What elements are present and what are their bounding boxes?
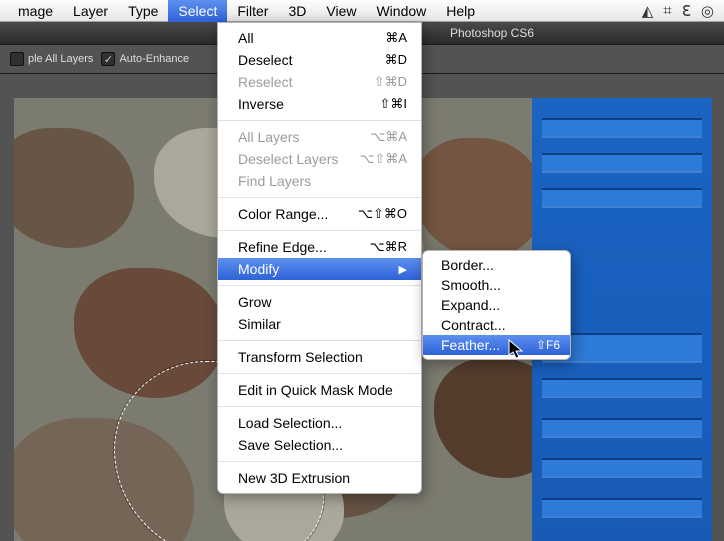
menu-item-label: Deselect Layers [238,151,338,167]
gdrive-icon[interactable]: ◭ [642,2,654,20]
menu-item-deselect-layers: Deselect Layers ⌥⇧⌘A [218,148,421,170]
submenu-item-smooth[interactable]: Smooth... [423,275,570,295]
menu-separator [218,230,421,231]
menu-select[interactable]: Select [168,0,227,22]
menu-item-label: Find Layers [238,173,311,189]
system-menubar: mage Layer Type Select Filter 3D View Wi… [0,0,724,22]
submenu-item-label: Expand... [441,297,500,313]
menu-item-label: Similar [238,316,281,332]
sample-all-layers-checkbox[interactable]: ple All Layers [10,52,93,66]
menu-item-label: All Layers [238,129,299,145]
dropbox-icon[interactable]: ⌗ [663,2,671,20]
checkbox-label: ple All Layers [28,53,93,65]
submenu-item-feather[interactable]: Feather... ⇧F6 [423,335,570,355]
menu-separator [218,461,421,462]
menu-item-refine-edge[interactable]: Refine Edge... ⌥⌘R [218,236,421,258]
menu-item-label: Edit in Quick Mask Mode [238,382,393,398]
menu-item-color-range[interactable]: Color Range... ⌥⇧⌘O [218,203,421,225]
menu-help[interactable]: Help [436,0,485,22]
submenu-item-label: Contract... [441,317,506,333]
menubar-tray: ◭ ⌗ ℇ ◎ [642,2,724,20]
menu-item-label: All [238,30,254,46]
evernote-icon[interactable]: ℇ [682,2,691,20]
menu-window[interactable]: Window [366,0,436,22]
auto-enhance-checkbox[interactable]: ✓ Auto-Enhance [101,52,189,66]
select-menu-dropdown: All ⌘A Deselect ⌘D Reselect ⇧⌘D Inverse ⇧⌘I All … [217,22,422,494]
menu-item-shortcut: ⌘D [385,52,407,68]
menu-item-inverse[interactable]: Inverse ⇧⌘I [218,93,421,115]
menu-item-label: Inverse [238,96,284,112]
menu-item-label: Color Range... [238,206,328,222]
menu-layer[interactable]: Layer [63,0,118,22]
menu-item-save-selection[interactable]: Save Selection... [218,434,421,456]
checkbox-box: ✓ [101,52,115,66]
menu-filter[interactable]: Filter [227,0,278,22]
menu-item-all[interactable]: All ⌘A [218,27,421,49]
menu-item-modify[interactable]: Modify ▶ [218,258,421,280]
menu-item-label: Modify [238,261,279,277]
menu-item-label: Refine Edge... [238,239,327,255]
checkbox-box [10,52,24,66]
menu-item-label: Grow [238,294,271,310]
menu-item-deselect[interactable]: Deselect ⌘D [218,49,421,71]
menu-item-label: Transform Selection [238,349,363,365]
menu-image[interactable]: mage [8,0,63,22]
menu-item-shortcut: ⇧⌘I [379,96,407,112]
menu-item-label: New 3D Extrusion [238,470,350,486]
menu-item-shortcut: ⌥⌘R [370,239,407,255]
menu-3d[interactable]: 3D [278,0,316,22]
menu-separator [218,340,421,341]
menu-view[interactable]: View [316,0,366,22]
menu-item-shortcut: ⌥⇧⌘O [358,206,407,222]
menu-item-reselect: Reselect ⇧⌘D [218,71,421,93]
submenu-item-border[interactable]: Border... [423,255,570,275]
menu-item-similar[interactable]: Similar [218,313,421,335]
menu-item-new-3d-extrusion[interactable]: New 3D Extrusion [218,467,421,489]
modify-submenu: Border... Smooth... Expand... Contract... Fe… [422,250,571,360]
submenu-item-expand[interactable]: Expand... [423,295,570,315]
menu-item-find-layers: Find Layers [218,170,421,192]
menu-separator [218,406,421,407]
menu-item-shortcut: ⌘A [385,30,407,46]
submenu-item-label: Feather... [441,337,500,353]
menu-item-shortcut: ⇧⌘D [374,74,407,90]
menu-item-label: Reselect [238,74,292,90]
checkbox-label: Auto-Enhance [119,53,189,65]
menu-separator [218,120,421,121]
submenu-item-shortcut: ⇧F6 [536,338,560,352]
menu-separator [218,197,421,198]
menu-item-label: Load Selection... [238,415,342,431]
submenu-item-contract[interactable]: Contract... [423,315,570,335]
menu-item-transform-selection[interactable]: Transform Selection [218,346,421,368]
menu-item-all-layers: All Layers ⌥⌘A [218,126,421,148]
menu-type[interactable]: Type [118,0,168,22]
cc-icon[interactable]: ◎ [701,2,714,20]
menu-item-load-selection[interactable]: Load Selection... [218,412,421,434]
menu-separator [218,373,421,374]
menu-item-shortcut: ⌥⇧⌘A [359,151,407,167]
submenu-item-label: Smooth... [441,277,501,293]
menu-item-grow[interactable]: Grow [218,291,421,313]
menu-item-label: Deselect [238,52,292,68]
menu-item-shortcut: ⌥⌘A [370,129,407,145]
menu-item-edit-in-quick-mask-mode[interactable]: Edit in Quick Mask Mode [218,379,421,401]
submenu-item-label: Border... [441,257,494,273]
menu-separator [218,285,421,286]
menu-item-label: Save Selection... [238,437,343,453]
submenu-arrow-icon: ▶ [399,263,407,276]
